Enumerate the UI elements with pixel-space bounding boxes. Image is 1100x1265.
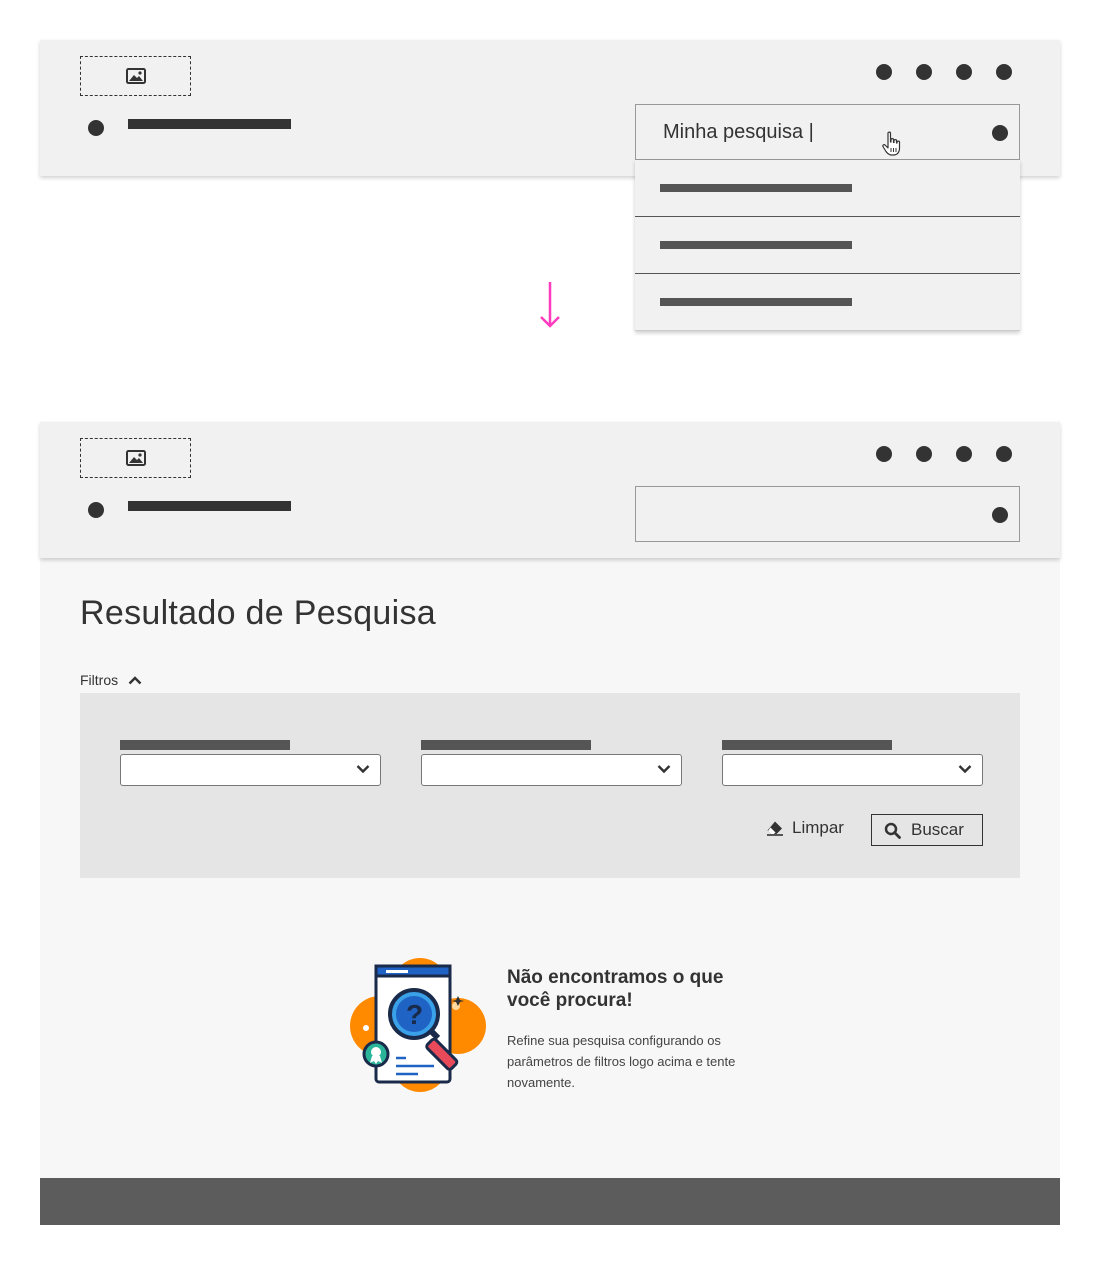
menu-item-1[interactable] <box>876 446 892 462</box>
filters-label: Filtros <box>80 672 119 688</box>
search-input[interactable] <box>635 486 1020 542</box>
nav-bullet <box>88 502 104 518</box>
search-results-page: Resultado de Pesquisa Filtros Limpar Bus… <box>40 558 1060 1178</box>
menu-item-2[interactable] <box>916 446 932 462</box>
filter-panel: Limpar Buscar <box>80 693 1020 878</box>
search-icon <box>884 822 901 839</box>
header-menu-dots <box>876 64 1012 80</box>
search-suggestions-dropdown <box>635 160 1020 331</box>
site-header-after <box>40 422 1060 558</box>
eraser-icon <box>767 821 783 836</box>
menu-item-2[interactable] <box>916 64 932 80</box>
menu-item-3[interactable] <box>956 64 972 80</box>
filters-toggle[interactable]: Filtros <box>80 672 142 688</box>
clear-filters-button[interactable]: Limpar <box>766 818 844 838</box>
filter-group-2 <box>421 740 682 786</box>
site-footer <box>40 1178 1060 1225</box>
site-header-before: Minha pesquisa | <box>40 40 1060 176</box>
filter-group-3 <box>722 740 983 786</box>
page-title: Resultado de Pesquisa <box>80 594 436 632</box>
search-input-value: Minha pesquisa | <box>663 121 814 143</box>
filter-label-placeholder <box>722 740 892 750</box>
suggestion-item[interactable] <box>635 160 1020 217</box>
clear-label: Limpar <box>792 818 844 837</box>
logo-placeholder[interactable] <box>80 56 191 96</box>
menu-item-4[interactable] <box>996 64 1012 80</box>
image-icon <box>125 68 146 84</box>
empty-state-title: Não encontramos o que você procura! <box>507 967 724 1011</box>
menu-item-1[interactable] <box>876 64 892 80</box>
nav-bullet <box>88 120 104 136</box>
suggestion-placeholder <box>660 184 852 192</box>
filter-group-1 <box>120 740 381 786</box>
chevron-down-icon <box>657 765 671 774</box>
empty-state-description: Refine sua pesquisa configurando os parâ… <box>507 1033 736 1090</box>
search-icon[interactable] <box>992 507 1008 523</box>
search-icon[interactable] <box>992 125 1008 141</box>
search-label: Buscar <box>911 820 964 839</box>
suggestion-placeholder <box>660 241 852 249</box>
filter-label-placeholder <box>421 740 591 750</box>
search-button[interactable]: Buscar <box>871 814 983 846</box>
menu-item-3[interactable] <box>956 446 972 462</box>
filter-select-3[interactable] <box>722 754 983 786</box>
chevron-up-icon <box>128 676 142 685</box>
nav-link-placeholder[interactable] <box>128 119 291 129</box>
header-menu-dots <box>876 446 1012 462</box>
suggestion-item[interactable] <box>635 217 1020 274</box>
no-results-illustration: ? <box>350 958 486 1092</box>
image-icon <box>125 450 146 466</box>
nav-link-placeholder[interactable] <box>128 501 291 511</box>
search-input[interactable]: Minha pesquisa | <box>635 104 1020 160</box>
suggestion-item[interactable] <box>635 274 1020 331</box>
logo-placeholder[interactable] <box>80 438 191 478</box>
chevron-down-icon <box>356 765 370 774</box>
filter-select-1[interactable] <box>120 754 381 786</box>
hand-cursor-icon <box>882 131 901 156</box>
suggestion-placeholder <box>660 298 852 306</box>
filter-label-placeholder <box>120 740 290 750</box>
filter-select-2[interactable] <box>421 754 682 786</box>
down-arrow-icon <box>540 282 560 328</box>
svg-text:?: ? <box>406 999 423 1030</box>
menu-item-4[interactable] <box>996 446 1012 462</box>
chevron-down-icon <box>958 765 972 774</box>
